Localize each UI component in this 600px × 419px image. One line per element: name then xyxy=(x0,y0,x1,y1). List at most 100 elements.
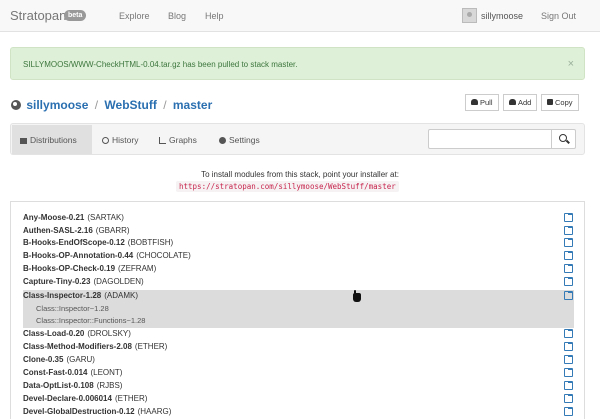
distribution-name[interactable]: Capture-Tiny-0.23 xyxy=(23,277,90,286)
breadcrumb-user[interactable]: sillymoose xyxy=(26,98,88,112)
cloud-download-icon xyxy=(471,99,478,105)
tab-label: Graphs xyxy=(169,135,197,145)
breadcrumb-separator: / xyxy=(163,98,167,112)
sign-out-link[interactable]: Sign Out xyxy=(541,11,576,21)
external-link-icon[interactable] xyxy=(564,238,573,247)
breadcrumb-repo[interactable]: WebStuff xyxy=(104,98,156,112)
distribution-row[interactable]: Clone-0.35 (GARU) xyxy=(23,354,583,366)
distribution-row[interactable]: Class-Method-Modifiers-2.08 (ETHER) xyxy=(23,341,583,353)
distribution-author: (LEONT) xyxy=(90,368,123,377)
distribution-author: (DROLSKY) xyxy=(87,329,131,338)
distribution-author: (GARU) xyxy=(66,355,95,364)
add-button[interactable]: Add xyxy=(503,94,538,111)
breadcrumb-separator: / xyxy=(94,98,99,112)
distribution-author: (HAARG) xyxy=(137,407,172,416)
tab-label: Settings xyxy=(229,135,260,145)
beta-badge: beta xyxy=(64,10,87,21)
cloud-upload-icon xyxy=(509,99,516,105)
distribution-name[interactable]: B-Hooks-OP-Check-0.19 xyxy=(23,264,115,273)
chart-icon xyxy=(159,137,166,144)
tab-settings[interactable]: Settings xyxy=(211,125,268,154)
external-link-icon[interactable] xyxy=(564,277,573,286)
gear-icon xyxy=(219,137,226,144)
distribution-name[interactable]: Devel-GlobalDestruction-0.12 xyxy=(23,407,135,416)
stack-url: https://stratopan.com/sillymoose/WebStuf… xyxy=(176,181,399,192)
distribution-name[interactable]: Const-Fast-0.014 xyxy=(23,368,87,377)
breadcrumb-stack[interactable]: master xyxy=(173,98,212,112)
package-item[interactable]: Class::Inspector~1.28 xyxy=(36,304,109,314)
distribution-name[interactable]: B-Hooks-OP-Annotation-0.44 xyxy=(23,251,133,260)
copy-button[interactable]: Copy xyxy=(541,94,579,111)
tab-history[interactable]: History xyxy=(94,125,146,154)
distribution-row[interactable]: Data-OptList-0.108 (RJBS) xyxy=(23,380,583,392)
hand-cursor-icon xyxy=(353,290,361,302)
external-link-icon[interactable] xyxy=(564,355,573,364)
install-instructions: To install modules from this stack, poin… xyxy=(201,170,399,179)
external-link-icon[interactable] xyxy=(564,291,573,300)
distribution-name[interactable]: Clone-0.35 xyxy=(23,355,63,364)
user-avatar[interactable] xyxy=(462,8,477,23)
distribution-name[interactable]: Any-Moose-0.21 xyxy=(23,213,84,222)
tab-graphs[interactable]: Graphs xyxy=(151,125,205,154)
distribution-row[interactable]: B-Hooks-OP-Annotation-0.44 (CHOCOLATE) xyxy=(23,250,583,262)
distribution-name[interactable]: B-Hooks-EndOfScope-0.12 xyxy=(23,238,125,247)
stack-tabs: Distributions History Graphs Settings xyxy=(10,123,585,155)
pull-label: Pull xyxy=(480,98,493,107)
distribution-author: (ETHER) xyxy=(134,342,168,351)
distribution-row[interactable]: Const-Fast-0.014 (LEONT) xyxy=(23,367,583,379)
brand-logo[interactable]: Stratopan xyxy=(10,8,66,23)
distribution-row[interactable]: Authen-SASL-2.16 (GBARR) xyxy=(23,225,583,237)
alert-message: SILLYMOOS/WWW-CheckHTML-0.04.tar.gz has … xyxy=(23,60,298,69)
package-item[interactable]: Class::Inspector::Functions~1.28 xyxy=(36,316,145,326)
distribution-name[interactable]: Class-Inspector-1.28 xyxy=(23,291,101,300)
distribution-author: (GBARR) xyxy=(95,226,130,235)
distribution-row[interactable]: B-Hooks-EndOfScope-0.12 (BOBTFISH) xyxy=(23,237,583,249)
list-icon xyxy=(20,138,27,144)
distribution-row[interactable]: Any-Moose-0.21 (SARTAK) xyxy=(23,212,583,224)
breadcrumb: sillymoose / WebStuff / master xyxy=(11,98,212,112)
top-navbar: Stratopan beta Explore Blog Help sillymo… xyxy=(0,0,600,32)
distribution-author: (ADAMK) xyxy=(104,291,139,300)
globe-icon xyxy=(11,100,21,110)
external-link-icon[interactable] xyxy=(564,342,573,351)
distribution-row[interactable]: Devel-GlobalDestruction-0.12 (HAARG) xyxy=(23,406,583,418)
nav-help-link[interactable]: Help xyxy=(205,11,224,21)
username-link[interactable]: sillymoose xyxy=(481,11,523,21)
distribution-row[interactable]: B-Hooks-OP-Check-0.19 (ZEFRAM) xyxy=(23,263,583,275)
nav-blog-link[interactable]: Blog xyxy=(168,11,186,21)
external-link-icon[interactable] xyxy=(564,407,573,416)
distribution-row[interactable]: Class-Inspector-1.28 (ADAMK) xyxy=(23,290,583,302)
tab-label: History xyxy=(112,135,139,145)
external-link-icon[interactable] xyxy=(564,213,573,222)
external-link-icon[interactable] xyxy=(564,226,573,235)
copy-icon xyxy=(547,99,553,105)
search-icon[interactable] xyxy=(552,129,576,149)
distribution-author: (SARTAK) xyxy=(87,213,124,222)
distribution-name[interactable]: Authen-SASL-2.16 xyxy=(23,226,93,235)
distribution-row[interactable]: Class-Load-0.20 (DROLSKY) xyxy=(23,328,583,340)
distribution-name[interactable]: Class-Method-Modifiers-2.08 xyxy=(23,342,132,351)
distribution-name[interactable]: Class-Load-0.20 xyxy=(23,329,84,338)
distribution-author: (BOBTFISH) xyxy=(127,238,174,247)
external-link-icon[interactable] xyxy=(564,381,573,390)
copy-label: Copy xyxy=(555,98,573,107)
search-input[interactable] xyxy=(428,129,552,149)
external-link-icon[interactable] xyxy=(564,251,573,260)
external-link-icon[interactable] xyxy=(564,264,573,273)
tab-distributions[interactable]: Distributions xyxy=(12,125,92,154)
pull-button[interactable]: Pull xyxy=(465,94,499,111)
nav-explore-link[interactable]: Explore xyxy=(119,11,150,21)
tab-label: Distributions xyxy=(30,135,77,145)
close-icon[interactable]: × xyxy=(568,58,574,70)
external-link-icon[interactable] xyxy=(564,368,573,377)
distribution-author: (RJBS) xyxy=(96,381,123,390)
distribution-author: (ZEFRAM) xyxy=(118,264,157,273)
external-link-icon[interactable] xyxy=(564,329,573,338)
success-alert: SILLYMOOS/WWW-CheckHTML-0.04.tar.gz has … xyxy=(10,47,585,80)
clock-icon xyxy=(102,137,109,144)
distribution-name[interactable]: Data-OptList-0.108 xyxy=(23,381,94,390)
distribution-row[interactable]: Devel-Declare-0.006014 (ETHER) xyxy=(23,393,583,405)
distribution-row[interactable]: Capture-Tiny-0.23 (DAGOLDEN) xyxy=(23,276,583,288)
distribution-name[interactable]: Devel-Declare-0.006014 xyxy=(23,394,112,403)
external-link-icon[interactable] xyxy=(564,394,573,403)
